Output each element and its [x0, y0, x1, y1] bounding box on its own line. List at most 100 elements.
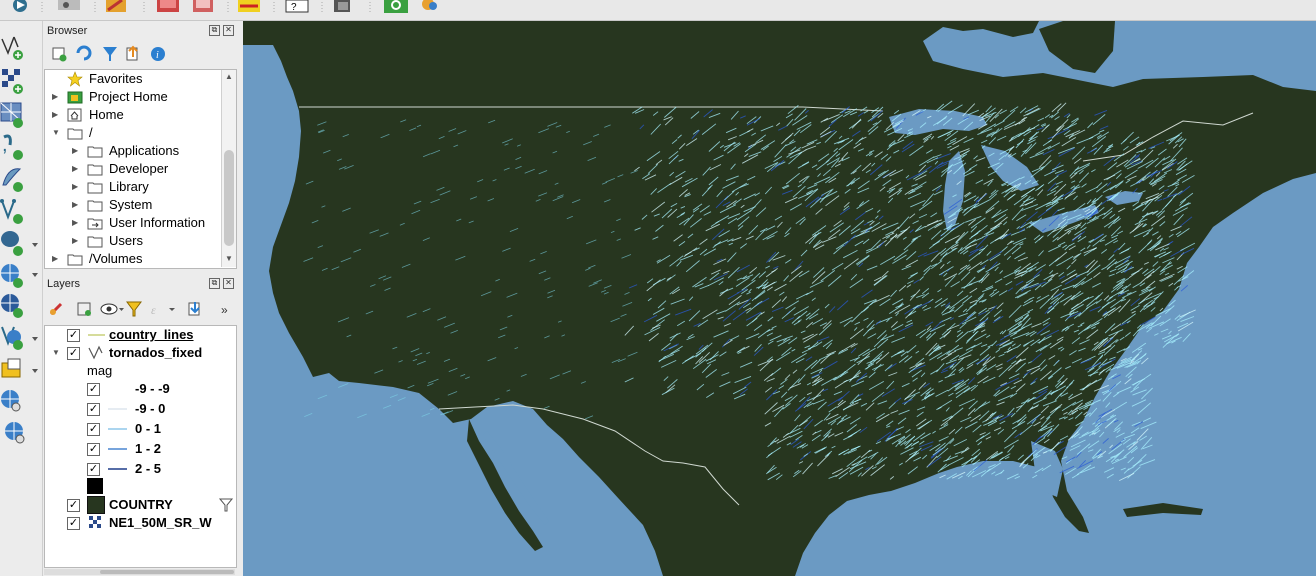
fill-symbol-swatch [87, 478, 103, 494]
layer-visibility-checkbox[interactable]: ✓ [67, 517, 80, 530]
class-visibility-checkbox[interactable]: ✓ [87, 443, 100, 456]
measure-icon[interactable] [334, 0, 350, 12]
postgis-layer-icon[interactable] [1, 231, 38, 256]
browser-item[interactable]: ▶ Applications [45, 142, 219, 160]
layer-visibility-checkbox[interactable]: ✓ [67, 499, 80, 512]
browser-scrollbar[interactable]: ▲ ▼ [221, 70, 236, 267]
browser-item[interactable]: ▶ Users [45, 232, 219, 250]
float-panel-button[interactable]: ⧉ [209, 278, 220, 289]
class-visibility-checkbox[interactable]: ✓ [87, 383, 100, 396]
scroll-up-arrow[interactable]: ▲ [225, 72, 233, 81]
refresh-icon[interactable] [76, 45, 92, 61]
legend-class-row[interactable]: ✓ -9 - -9 [45, 380, 235, 398]
browser-item-label: Favorites [89, 71, 143, 86]
expand-arrow-icon[interactable]: ▶ [72, 200, 78, 209]
map-rendering[interactable] [243, 21, 1316, 576]
arctic-island [1039, 21, 1115, 73]
browser-item[interactable]: Favorites [45, 70, 219, 88]
xyz-layer-icon[interactable] [1, 390, 21, 412]
scroll-thumb[interactable] [100, 570, 234, 574]
collapse-arrow-icon[interactable]: ▼ [52, 348, 60, 357]
plugin-icon[interactable] [422, 0, 437, 10]
add-selected-layers-icon[interactable] [52, 47, 67, 62]
grid-icon[interactable] [193, 0, 213, 12]
identify-icon[interactable]: ? [285, 0, 309, 13]
vector-tile-layer-icon[interactable] [5, 422, 25, 444]
filter-expression-icon[interactable]: ε [151, 303, 175, 317]
layer-row-ne1-50m-sr-w[interactable]: ✓ NE1_50M_SR_W [45, 514, 235, 532]
run-script-icon[interactable] [13, 0, 27, 12]
mesh-layer-icon[interactable] [0, 102, 23, 128]
wfs-layer-icon[interactable] [1, 326, 38, 350]
layer-row-country[interactable]: ✓ COUNTRY [45, 496, 235, 514]
delimited-text-layer-icon[interactable]: , [2, 134, 23, 160]
raster-layer-icon[interactable] [2, 69, 23, 94]
cuba-island [1123, 503, 1203, 517]
style-manager-icon[interactable] [49, 302, 63, 316]
browser-item[interactable]: ▼ / [45, 124, 219, 142]
zoom-in-icon[interactable] [384, 0, 408, 13]
expand-arrow-icon[interactable]: ▶ [72, 218, 78, 227]
browser-item[interactable]: ▶ System [45, 196, 219, 214]
layer-row-country-lines[interactable]: ✓ country_lines [45, 326, 235, 344]
horizontal-scrollbar[interactable] [44, 569, 235, 575]
filter-icon[interactable] [103, 47, 117, 61]
legend-class-row[interactable]: ✓ -9 - 0 [45, 400, 235, 418]
browser-item[interactable]: ▶ Developer [45, 160, 219, 178]
expand-arrow-icon[interactable]: ▶ [72, 236, 78, 245]
browser-item[interactable]: ▶ Library [45, 178, 219, 196]
close-panel-button[interactable]: ✕ [223, 25, 234, 36]
class-visibility-checkbox[interactable]: ✓ [87, 423, 100, 436]
left-toolbar-icons: , [0, 36, 38, 444]
browser-item[interactable]: ▶ User Information [45, 214, 219, 232]
info-icon[interactable]: i [151, 47, 165, 61]
scroll-thumb[interactable] [224, 150, 234, 246]
layer-visibility-checkbox[interactable]: ✓ [67, 329, 80, 342]
collapse-arrow-icon[interactable]: ▼ [52, 128, 60, 137]
main-toolbar: ? [0, 0, 1316, 21]
wcs-layer-icon[interactable] [1, 294, 23, 318]
new-vector-layer-icon[interactable] [1, 36, 23, 60]
expand-arrow-icon[interactable]: ▶ [52, 110, 58, 119]
layer-row-tornados-fixed[interactable]: ▼ ✓ tornados_fixed [45, 344, 235, 362]
browser-item[interactable]: ▶ /Volumes [45, 250, 219, 268]
legend-class-row[interactable]: ✓ 2 - 5 [45, 460, 235, 478]
browser-item-label: Home [89, 107, 124, 122]
zoom-tool-icon[interactable] [58, 0, 80, 10]
expand-arrow-icon[interactable]: ▶ [52, 92, 58, 101]
virtual-layer-icon[interactable] [0, 199, 23, 224]
more-tools-icon[interactable]: » [221, 303, 228, 317]
wms-layer-icon[interactable] [1, 264, 38, 288]
digitize-icon[interactable] [157, 0, 179, 12]
add-group-icon[interactable] [77, 302, 91, 316]
edit-icon[interactable] [106, 0, 126, 12]
map-canvas[interactable] [243, 21, 1316, 576]
float-panel-button[interactable]: ⧉ [209, 25, 220, 36]
browser-item[interactable]: ▶ Home [45, 106, 219, 124]
star-icon [67, 71, 83, 87]
visibility-eye-icon[interactable] [100, 303, 124, 315]
layer-visibility-checkbox[interactable]: ✓ [67, 347, 80, 360]
scroll-down-arrow[interactable]: ▼ [225, 254, 233, 263]
legend-class-row[interactable]: ✓ 1 - 2 [45, 440, 235, 458]
expand-arrow-icon[interactable]: ▶ [72, 146, 78, 155]
collapse-all-icon[interactable] [126, 45, 138, 61]
close-panel-button[interactable]: ✕ [223, 278, 234, 289]
expand-arrow-icon[interactable]: ▶ [72, 164, 78, 173]
oracle-layer-icon[interactable] [1, 358, 38, 378]
expand-arrow-icon[interactable]: ▶ [72, 182, 78, 191]
expand-arrow-icon[interactable]: ▶ [52, 254, 58, 263]
filter-legend-icon[interactable] [126, 301, 142, 317]
svg-text:»: » [221, 303, 228, 317]
class-visibility-checkbox[interactable]: ✓ [87, 463, 100, 476]
line-symbol-swatch [108, 468, 127, 470]
legend-class-row[interactable]: ✓ 0 - 1 [45, 420, 235, 438]
select-icon[interactable] [238, 0, 260, 12]
class-label: 2 - 5 [135, 461, 162, 476]
spatialite-layer-icon[interactable] [2, 168, 23, 192]
layer-filter-icon[interactable] [219, 498, 233, 512]
browser-item[interactable]: ▶ Project Home [45, 88, 219, 106]
expand-all-icon[interactable] [188, 302, 200, 316]
toolbar-icons: ? [13, 0, 437, 13]
class-visibility-checkbox[interactable]: ✓ [87, 403, 100, 416]
